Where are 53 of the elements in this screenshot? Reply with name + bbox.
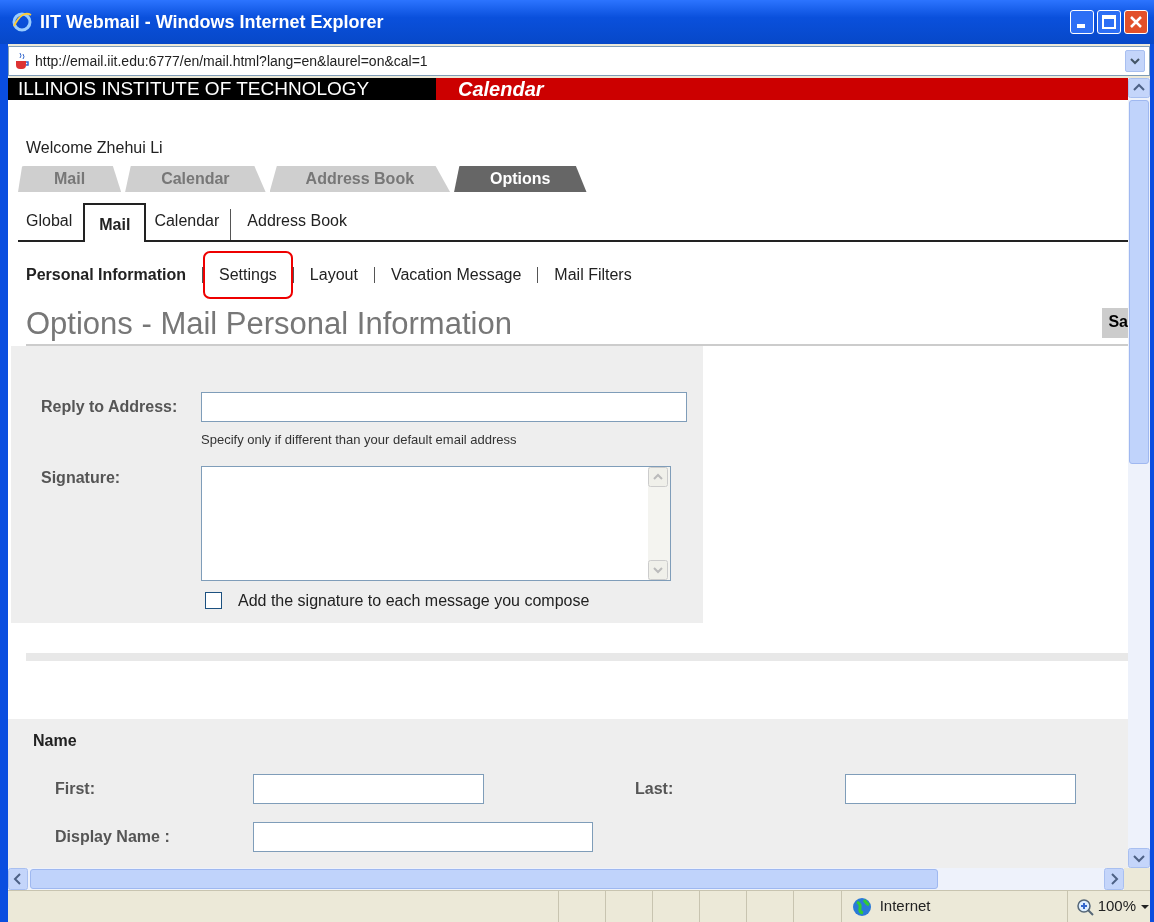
status-zone: Internet [879, 896, 931, 917]
scroll-thumb[interactable] [30, 869, 938, 889]
scroll-right-icon[interactable] [1104, 868, 1124, 890]
app-banner: Calendar [436, 78, 1128, 100]
dropdown-button[interactable] [1125, 50, 1145, 72]
zoom-icon [1075, 897, 1094, 916]
field-label: Reply to Address: [41, 397, 179, 417]
text-field[interactable] [253, 821, 593, 852]
section-link[interactable]: Mail Filters [538, 267, 648, 283]
field-label: Signature: [41, 467, 122, 488]
maximize-icon [1102, 15, 1116, 29]
save-button[interactable]: Sa [1102, 308, 1128, 338]
window-title: IIT Webmail - Windows Internet Explorer [40, 10, 385, 34]
signature-field[interactable] [201, 465, 671, 581]
scroll-up-icon [648, 466, 668, 487]
reply-address-field[interactable] [201, 392, 687, 422]
hint-text: Specify only if different than your default email address [201, 431, 518, 449]
section-heading: Name [33, 730, 78, 750]
caret-icon[interactable] [1140, 902, 1150, 911]
section-link[interactable]: Settings [203, 251, 293, 299]
maximize-button[interactable] [1097, 10, 1121, 34]
scroll-up-icon[interactable] [1128, 78, 1150, 98]
scroll-down-icon [648, 559, 668, 580]
minimize-button[interactable] [1070, 10, 1094, 34]
section-link[interactable]: Layout [293, 267, 374, 283]
main-tab[interactable]: Options [454, 166, 587, 192]
close-button[interactable] [1124, 10, 1148, 34]
scroll-thumb[interactable] [1129, 100, 1149, 464]
field-label: First: [55, 778, 96, 799]
sub-tab[interactable]: Global [18, 209, 84, 240]
checkbox-label: Add the signature to each message you compose [238, 590, 590, 611]
sub-tab[interactable]: Mail [83, 203, 147, 242]
welcome-text: Welcome Zhehui Li [26, 138, 164, 158]
text-field[interactable] [845, 773, 1076, 804]
field-label: Display Name : [55, 826, 171, 847]
globe-icon [851, 896, 872, 917]
close-icon [1129, 15, 1143, 29]
institution-banner: ILLINOIS INSTITUTE OF TECHNOLOGY [8, 78, 436, 100]
sub-tab[interactable]: Calendar [146, 209, 231, 240]
caret-icon [1130, 57, 1140, 65]
scroll-down-icon[interactable] [1128, 848, 1150, 868]
section-link[interactable]: Vacation Message [374, 267, 538, 283]
coffee-cup-icon [13, 52, 31, 70]
browser-icon [12, 12, 32, 32]
page-title: Options - Mail Personal Information [26, 304, 512, 342]
section-link[interactable]: Personal Information [26, 267, 203, 283]
field-label: Last: [635, 778, 675, 799]
checkbox[interactable] [205, 592, 222, 609]
scroll-left-icon[interactable] [8, 868, 28, 890]
sub-tab[interactable]: Address Book [230, 209, 358, 240]
text-field[interactable] [253, 773, 484, 804]
zoom-level[interactable]: 100% [1097, 895, 1136, 918]
minimize-icon [1076, 24, 1085, 28]
